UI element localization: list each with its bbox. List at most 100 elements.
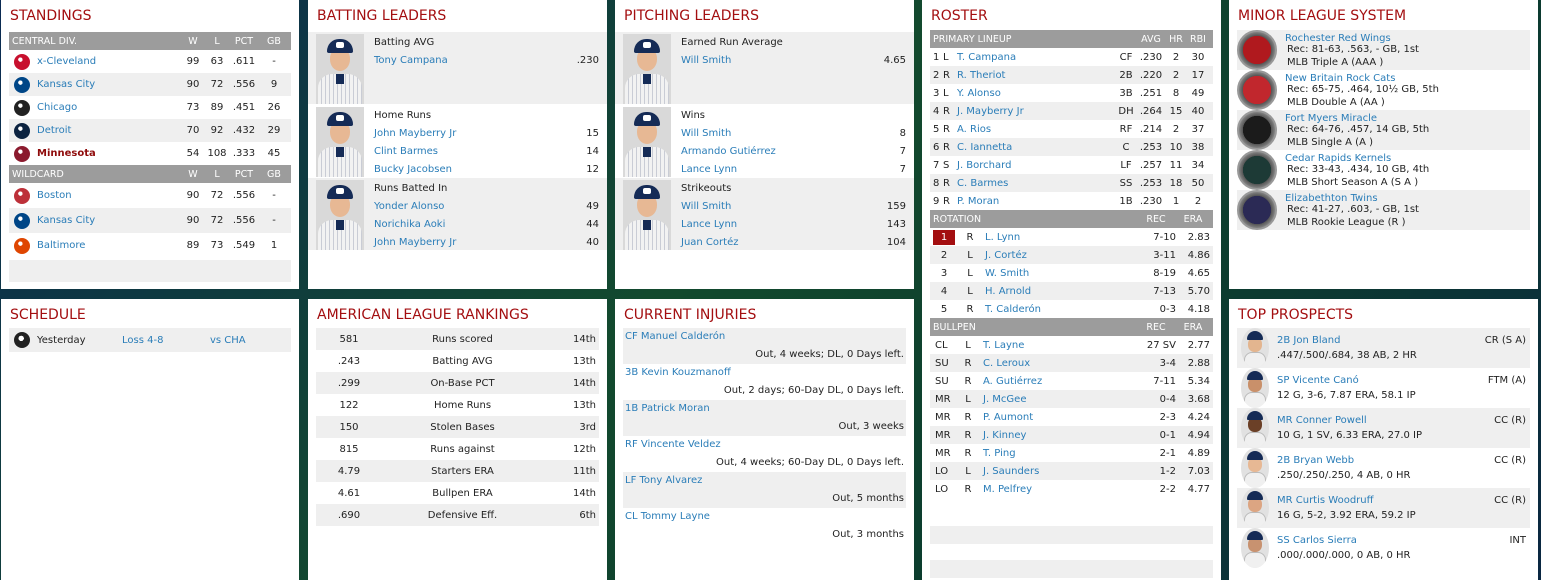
injured-player-link[interactable]: 1B Patrick Moran bbox=[623, 400, 906, 418]
bullpen-row[interactable]: MR R T. Ping 2-1 4.89 bbox=[930, 444, 1213, 462]
lineup-row[interactable]: 3 L Y. Alonso 3B .251 8 49 bbox=[930, 84, 1213, 102]
player-name-link[interactable]: R. Theriot bbox=[957, 70, 1116, 81]
team-name-link[interactable]: Kansas City bbox=[37, 215, 180, 226]
leader-name-link[interactable]: Lance Lynn bbox=[681, 161, 866, 179]
team-name-link[interactable]: x-Cleveland bbox=[37, 56, 180, 67]
leader-row[interactable]: Lance Lynn 143 bbox=[681, 216, 906, 234]
leader-name-link[interactable]: John Mayberry Jr bbox=[374, 125, 559, 143]
standings-row[interactable]: Kansas City 90 72 .556 - bbox=[9, 208, 291, 233]
standings-row[interactable]: x-Cleveland 99 63 .611 - bbox=[9, 50, 291, 73]
minor-league-row[interactable]: Cedar Rapids Kernels Rec: 33-43, .434, 10… bbox=[1237, 150, 1530, 190]
team-name-link[interactable]: Detroit bbox=[37, 125, 180, 136]
lineup-row[interactable]: 9 R P. Moran 1B .230 1 2 bbox=[930, 192, 1213, 210]
rotation-slot[interactable]: 1 bbox=[933, 229, 955, 245]
pitcher-name-link[interactable]: T. Ping bbox=[983, 448, 1136, 459]
leader-name-link[interactable]: Will Smith bbox=[681, 198, 866, 216]
leader-name-link[interactable]: Tony Campana bbox=[374, 52, 559, 70]
standings-row[interactable]: Kansas City 90 72 .556 9 bbox=[9, 73, 291, 96]
prospect-name-link[interactable]: SS Carlos Sierra bbox=[1277, 533, 1509, 548]
pitcher-name-link[interactable]: C. Leroux bbox=[983, 358, 1136, 369]
leader-name-link[interactable]: Yonder Alonso bbox=[374, 198, 559, 216]
prospect-row[interactable]: SP Vicente Canó FTM (A) 12 G, 3-6, 7.87 ER… bbox=[1237, 368, 1530, 408]
injured-player-link[interactable]: CF Manuel Calderón bbox=[623, 328, 906, 346]
injured-player-link[interactable]: CL Tommy Layne bbox=[623, 508, 906, 526]
leader-name-link[interactable]: Will Smith bbox=[681, 125, 866, 143]
leader-row[interactable]: Tony Campana .230 bbox=[374, 52, 599, 70]
prospect-row[interactable]: 2B Bryan Webb CC (R) .250/.250/.250, 4 AB,… bbox=[1237, 448, 1530, 488]
minor-league-row[interactable]: Elizabethton Twins Rec: 41-27, .603, - GB… bbox=[1237, 190, 1530, 230]
leader-row[interactable]: Will Smith 159 bbox=[681, 198, 906, 216]
lineup-row[interactable]: 6 R C. Iannetta C .253 10 38 bbox=[930, 138, 1213, 156]
prospect-row[interactable]: SS Carlos Sierra INT .000/.000/.000, 0 AB,… bbox=[1237, 528, 1530, 568]
leader-name-link[interactable]: Bucky Jacobsen bbox=[374, 161, 559, 179]
leader-row[interactable]: Yonder Alonso 49 bbox=[374, 198, 599, 216]
bullpen-row[interactable]: SU R C. Leroux 3-4 2.88 bbox=[930, 354, 1213, 372]
bullpen-row[interactable]: SU R A. Gutiérrez 7-11 5.34 bbox=[930, 372, 1213, 390]
standings-row[interactable]: Baltimore 89 73 .549 1 bbox=[9, 233, 291, 258]
affiliate-name-link[interactable]: New Britain Rock Cats bbox=[1285, 73, 1530, 84]
team-name-link[interactable]: Baltimore bbox=[37, 240, 180, 251]
injured-player-link[interactable]: 3B Kevin Kouzmanoff bbox=[623, 364, 906, 382]
player-name-link[interactable]: P. Moran bbox=[957, 196, 1116, 207]
leader-row[interactable]: John Mayberry Jr 40 bbox=[374, 234, 599, 252]
minor-league-row[interactable]: New Britain Rock Cats Rec: 65-75, .464, 1… bbox=[1237, 70, 1530, 110]
rotation-row[interactable]: 3 L W. Smith 8-19 4.65 bbox=[930, 264, 1213, 282]
standings-row[interactable]: Detroit 70 92 .432 29 bbox=[9, 119, 291, 142]
rotation-row[interactable]: 1 R L. Lynn 7-10 2.83 bbox=[930, 228, 1213, 246]
team-name-link[interactable]: Kansas City bbox=[37, 79, 180, 90]
prospect-name-link[interactable]: 2B Jon Bland bbox=[1277, 333, 1485, 348]
standings-row[interactable]: Boston 90 72 .556 - bbox=[9, 183, 291, 208]
leader-row[interactable]: Will Smith 8 bbox=[681, 125, 906, 143]
prospect-name-link[interactable]: MR Curtis Woodruff bbox=[1277, 493, 1494, 508]
bullpen-row[interactable]: CL L T. Layne 27 SV 2.77 bbox=[930, 336, 1213, 354]
rotation-row[interactable]: 5 R T. Calderón 0-3 4.18 bbox=[930, 300, 1213, 318]
leader-row[interactable]: Juan Cortéz 104 bbox=[681, 234, 906, 252]
leader-name-link[interactable]: Norichika Aoki bbox=[374, 216, 559, 234]
standings-row[interactable]: Chicago 73 89 .451 26 bbox=[9, 96, 291, 119]
leader-name-link[interactable]: John Mayberry Jr bbox=[374, 234, 559, 252]
pitcher-name-link[interactable]: P. Aumont bbox=[983, 412, 1136, 423]
lineup-row[interactable]: 8 R C. Barmes SS .253 18 50 bbox=[930, 174, 1213, 192]
prospect-name-link[interactable]: SP Vicente Canó bbox=[1277, 373, 1488, 388]
player-name-link[interactable]: J. Borchard bbox=[957, 160, 1116, 171]
prospect-name-link[interactable]: MR Conner Powell bbox=[1277, 413, 1494, 428]
affiliate-name-link[interactable]: Fort Myers Miracle bbox=[1285, 113, 1530, 124]
affiliate-name-link[interactable]: Cedar Rapids Kernels bbox=[1285, 153, 1530, 164]
pitcher-name-link[interactable]: J. Cortéz bbox=[985, 250, 1136, 261]
lineup-row[interactable]: 2 R R. Theriot 2B .220 2 17 bbox=[930, 66, 1213, 84]
leader-row[interactable]: Bucky Jacobsen 12 bbox=[374, 161, 599, 179]
player-name-link[interactable]: A. Rios bbox=[957, 124, 1116, 135]
pitcher-name-link[interactable]: J. Kinney bbox=[983, 430, 1136, 441]
bullpen-row[interactable]: MR L J. McGee 0-4 3.68 bbox=[930, 390, 1213, 408]
prospect-row[interactable]: MR Conner Powell CC (R) 10 G, 1 SV, 6.33 E… bbox=[1237, 408, 1530, 448]
prospect-name-link[interactable]: 2B Bryan Webb bbox=[1277, 453, 1494, 468]
pitcher-name-link[interactable]: M. Pelfrey bbox=[983, 484, 1136, 495]
bullpen-row[interactable]: LO L J. Saunders 1-2 7.03 bbox=[930, 462, 1213, 480]
pitcher-name-link[interactable]: J. McGee bbox=[983, 394, 1136, 405]
lineup-row[interactable]: 5 R A. Rios RF .214 2 37 bbox=[930, 120, 1213, 138]
player-name-link[interactable]: Y. Alonso bbox=[957, 88, 1116, 99]
rotation-row[interactable]: 2 L J. Cortéz 3-11 4.86 bbox=[930, 246, 1213, 264]
leader-row[interactable]: Clint Barmes 14 bbox=[374, 143, 599, 161]
team-name-link[interactable]: Chicago bbox=[37, 102, 180, 113]
pitcher-name-link[interactable]: T. Layne bbox=[983, 340, 1136, 351]
injured-player-link[interactable]: RF Vincente Veldez bbox=[623, 436, 906, 454]
lineup-row[interactable]: 7 S J. Borchard LF .257 11 34 bbox=[930, 156, 1213, 174]
pitcher-name-link[interactable]: A. Gutiérrez bbox=[983, 376, 1136, 387]
prospect-row[interactable]: MR Curtis Woodruff CC (R) 16 G, 5-2, 3.92 … bbox=[1237, 488, 1530, 528]
leader-row[interactable]: Norichika Aoki 44 bbox=[374, 216, 599, 234]
leader-row[interactable]: Will Smith 4.65 bbox=[681, 52, 906, 70]
leader-row[interactable]: Armando Gutiérrez 7 bbox=[681, 143, 906, 161]
affiliate-name-link[interactable]: Rochester Red Wings bbox=[1285, 33, 1530, 44]
affiliate-name-link[interactable]: Elizabethton Twins bbox=[1285, 193, 1530, 204]
bullpen-row[interactable]: MR R P. Aumont 2-3 4.24 bbox=[930, 408, 1213, 426]
minor-league-row[interactable]: Rochester Red Wings Rec: 81-63, .563, - G… bbox=[1237, 30, 1530, 70]
pitcher-name-link[interactable]: J. Saunders bbox=[983, 466, 1136, 477]
player-name-link[interactable]: C. Barmes bbox=[957, 178, 1116, 189]
player-name-link[interactable]: J. Mayberry Jr bbox=[957, 106, 1116, 117]
lineup-row[interactable]: 4 R J. Mayberry Jr DH .264 15 40 bbox=[930, 102, 1213, 120]
leader-name-link[interactable]: Armando Gutiérrez bbox=[681, 143, 866, 161]
pitcher-name-link[interactable]: H. Arnold bbox=[985, 286, 1136, 297]
standings-row[interactable]: Minnesota 54 108 .333 45 bbox=[9, 142, 291, 165]
bullpen-row[interactable]: MR R J. Kinney 0-1 4.94 bbox=[930, 426, 1213, 444]
